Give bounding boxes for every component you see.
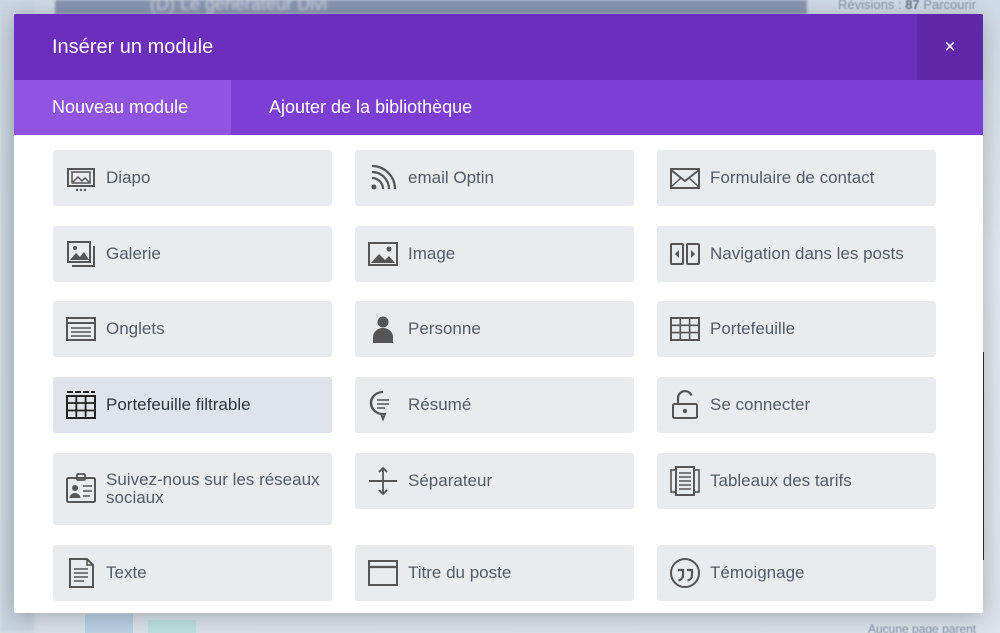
social-follow-icon xyxy=(65,473,97,505)
module-pricing-tables[interactable]: Tableaux des tarifs xyxy=(657,453,936,509)
module-label: Témoignage xyxy=(710,563,805,582)
background-parent-note: Aucune page parent xyxy=(868,622,977,633)
module-label: Tableaux des tarifs xyxy=(710,471,852,490)
envelope-icon xyxy=(669,162,701,194)
module-label: Séparateur xyxy=(408,471,493,490)
tab-new-module[interactable]: Nouveau module xyxy=(14,80,231,135)
module-label: Galerie xyxy=(106,244,161,263)
background-tile xyxy=(148,620,196,633)
close-button[interactable]: × xyxy=(917,14,983,80)
module-post-title[interactable]: Titre du poste xyxy=(355,545,634,601)
close-icon: × xyxy=(944,35,956,58)
module-label: Résumé xyxy=(408,395,472,414)
background-builder-bar: (D) Le générateur Divi xyxy=(55,0,807,14)
modal-header: Insérer un module × xyxy=(14,14,983,80)
person-icon xyxy=(367,313,399,345)
slider-icon xyxy=(65,162,97,194)
revisions-label: Révisions xyxy=(838,0,895,12)
module-label: Se connecter xyxy=(710,395,811,414)
module-filterable-portfolio[interactable]: Portefeuille filtrable xyxy=(53,377,332,433)
revisions-browse: Parcourir xyxy=(923,0,977,12)
module-label: Texte xyxy=(106,563,147,582)
pricing-table-icon xyxy=(669,465,701,497)
text-icon xyxy=(65,557,97,589)
module-label: Titre du poste xyxy=(408,563,512,582)
image-icon xyxy=(367,238,399,270)
module-contact-form[interactable]: Formulaire de contact xyxy=(657,150,936,206)
speech-bubble-icon xyxy=(367,389,399,421)
revisions-count: 87 xyxy=(905,0,920,12)
module-label: Onglets xyxy=(106,319,165,338)
module-label: Suivez-nous sur les réseaux sociaux xyxy=(106,470,320,507)
module-label: Personne xyxy=(408,319,481,338)
post-navigation-icon xyxy=(669,238,701,270)
module-post-navigation[interactable]: Navigation dans les posts xyxy=(657,226,936,282)
module-label: Portefeuille filtrable xyxy=(106,395,251,414)
background-revisions: Révisions : 87 Parcourir xyxy=(838,0,976,12)
module-label: Navigation dans les posts xyxy=(710,244,904,263)
module-label: Diapo xyxy=(106,168,151,187)
module-social-follow[interactable]: Suivez-nous sur les réseaux sociaux xyxy=(53,453,332,525)
module-gallery[interactable]: Galerie xyxy=(53,226,332,282)
modal-title: Insérer un module xyxy=(52,36,214,58)
background-builder-title: (D) Le générateur Divi xyxy=(150,0,328,14)
tab-add-from-library[interactable]: Ajouter de la bibliothèque xyxy=(231,80,510,135)
module-person[interactable]: Personne xyxy=(355,301,634,357)
module-label: Image xyxy=(408,244,456,263)
module-summary[interactable]: Résumé xyxy=(355,377,634,433)
grid-icon xyxy=(669,313,701,345)
filterable-grid-icon xyxy=(65,389,97,421)
quote-icon xyxy=(669,557,701,589)
module-login[interactable]: Se connecter xyxy=(657,377,936,433)
module-email-optin[interactable]: email Optin xyxy=(355,150,634,206)
module-divider[interactable]: Séparateur xyxy=(355,453,634,509)
unlock-icon xyxy=(669,389,701,421)
rss-icon xyxy=(367,162,399,194)
background-tile xyxy=(85,614,133,633)
gallery-icon xyxy=(65,238,97,270)
module-text[interactable]: Texte xyxy=(53,545,332,601)
module-label: Portefeuille xyxy=(710,319,796,338)
modal-tabs: Nouveau module Ajouter de la bibliothèqu… xyxy=(14,80,983,135)
divider-icon xyxy=(367,465,399,497)
tabs-icon xyxy=(65,313,97,345)
module-slider[interactable]: Diapo xyxy=(53,150,332,206)
module-testimonial[interactable]: Témoignage xyxy=(657,545,936,601)
module-label: email Optin xyxy=(408,168,494,187)
module-image[interactable]: Image xyxy=(355,226,634,282)
module-tabs[interactable]: Onglets xyxy=(53,301,332,357)
module-label: Formulaire de contact xyxy=(710,168,875,187)
module-portfolio[interactable]: Portefeuille xyxy=(657,301,936,357)
insert-module-modal: Insérer un module × Nouveau module Ajout… xyxy=(14,14,983,613)
post-title-icon xyxy=(367,557,399,589)
